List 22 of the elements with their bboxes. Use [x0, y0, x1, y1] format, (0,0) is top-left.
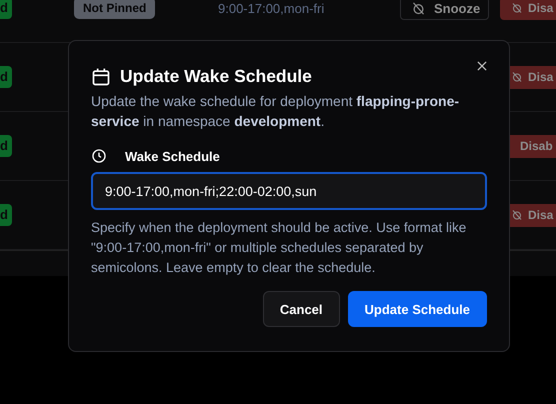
status-badge: d — [0, 0, 12, 19]
help-text: Specify when the deployment should be active. Use format like "9:00-17:00,mon-fri" or multiple schedules separated by semicolons. Leave empty to clear the schedule. — [91, 219, 468, 277]
schedule-input[interactable]: 9:00-17:00,mon-fri;22:00-02:00,sun — [91, 172, 487, 210]
pin-badge: Not Pinned — [74, 0, 156, 19]
slashed-circle-icon — [511, 71, 523, 83]
disable-button[interactable]: Disa — [500, 0, 556, 20]
close-icon — [475, 59, 489, 73]
status-badge: d — [0, 135, 12, 157]
update-button[interactable]: Update Schedule — [348, 291, 487, 327]
field-label: Wake Schedule — [125, 148, 220, 164]
status-badge: d — [0, 66, 12, 88]
dialog-description: Update the wake schedule for deployment flapping-prone-service in namespace development. — [91, 92, 460, 131]
slashed-circle-icon — [511, 2, 523, 14]
schedule-text: 9:00-17:00,mon-fri — [218, 0, 324, 16]
dialog-title: Update Wake Schedule — [120, 66, 312, 87]
status-badge: d — [0, 204, 12, 226]
slashed-circle-icon — [411, 0, 426, 16]
slashed-circle-icon — [511, 209, 523, 221]
cancel-button[interactable]: Cancel — [262, 291, 340, 327]
snooze-button[interactable]: Snooze — [400, 0, 490, 20]
calendar-icon — [91, 66, 111, 86]
clock-icon — [91, 148, 107, 164]
